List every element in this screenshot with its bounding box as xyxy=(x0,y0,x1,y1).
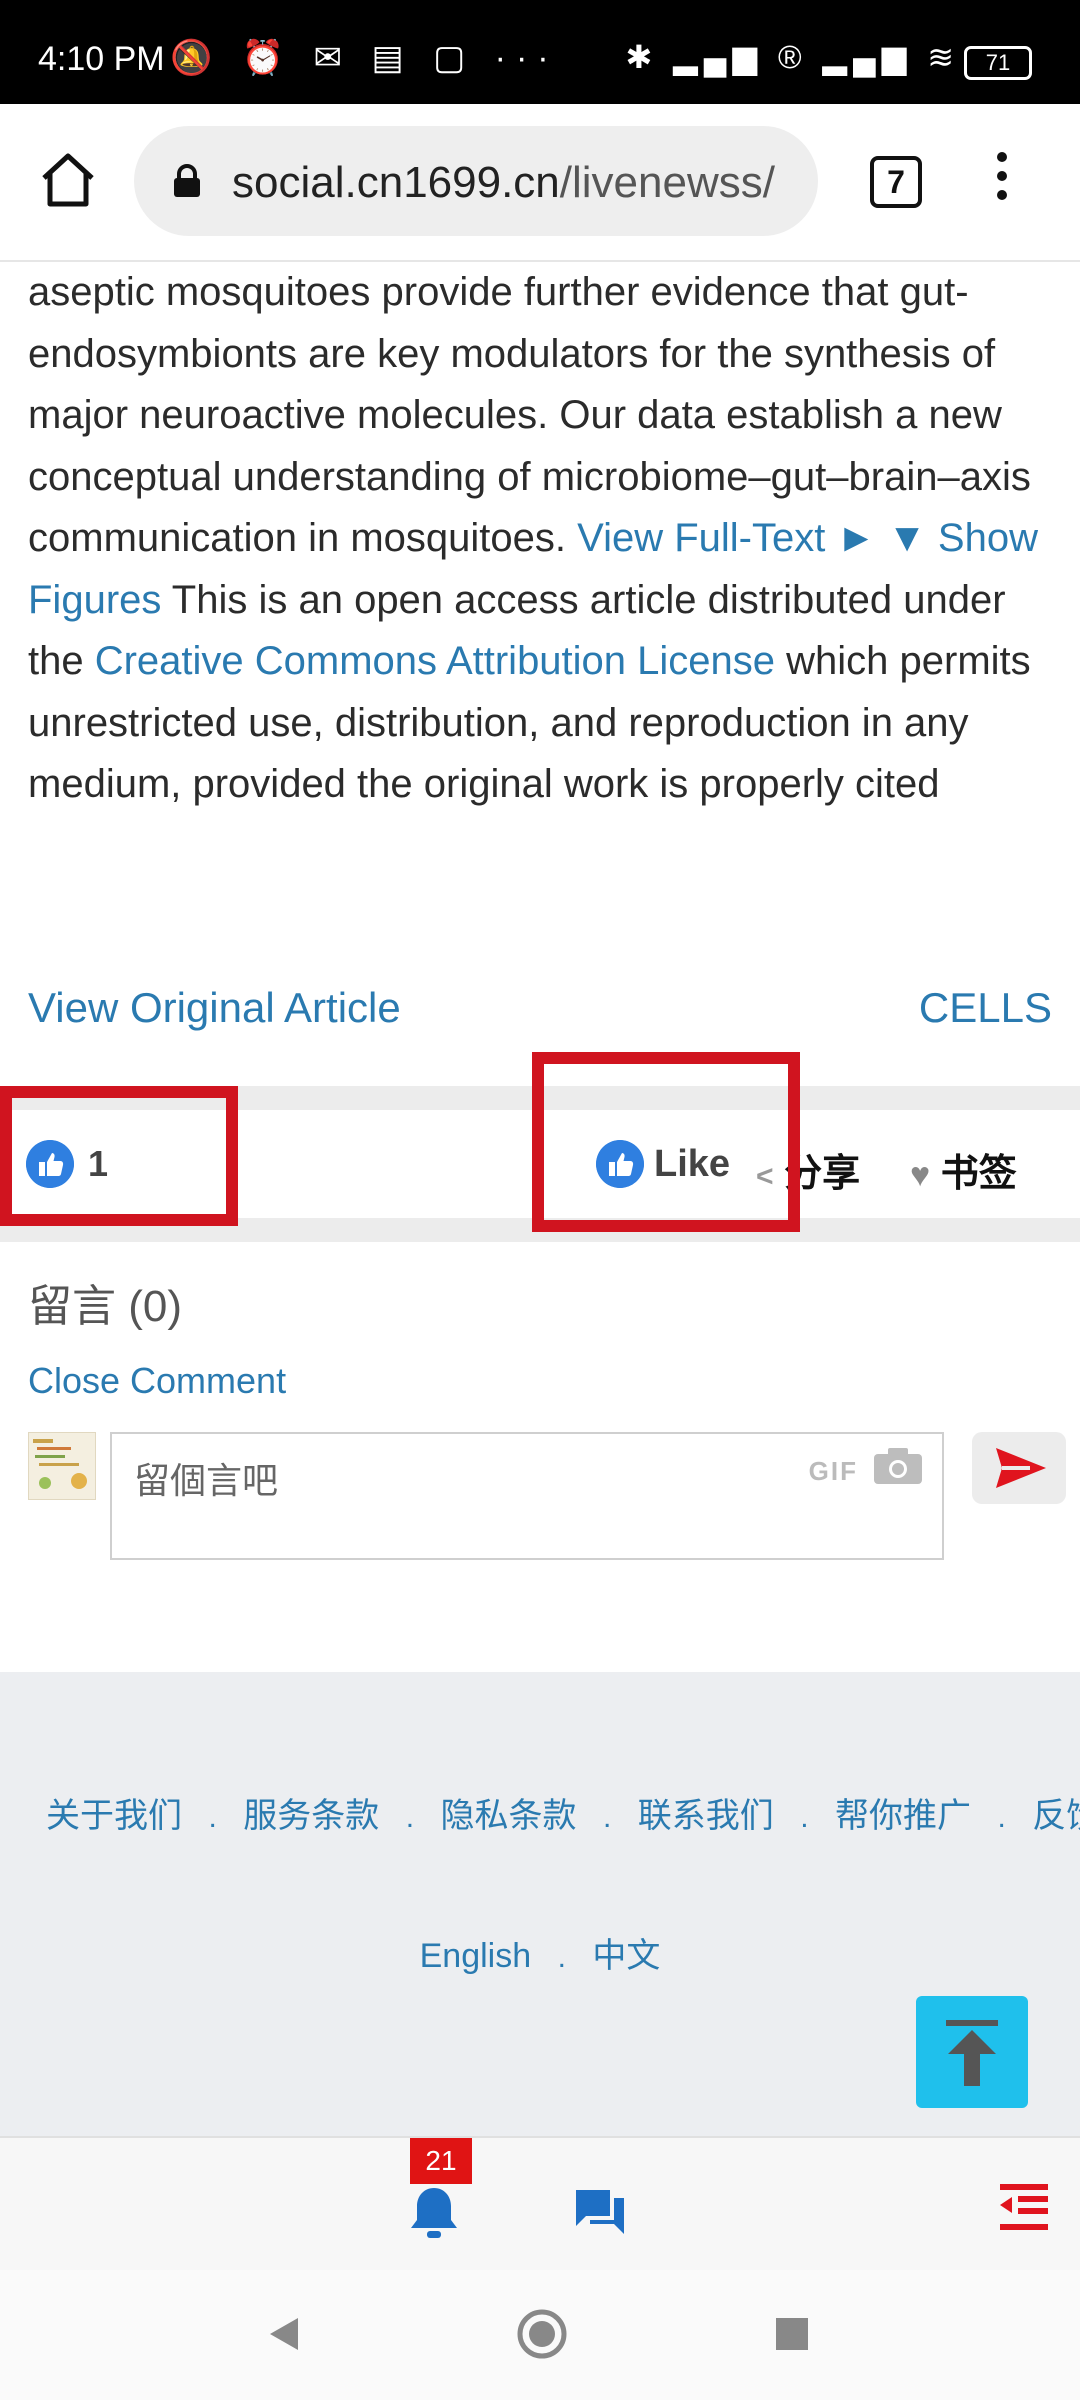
menu-collapse-icon[interactable] xyxy=(996,2180,1052,2234)
system-navigation-bar xyxy=(0,2270,1080,2400)
heart-icon: ♥ xyxy=(910,1156,931,1194)
notification-badge: 21 xyxy=(410,2138,472,2184)
footer-link-about[interactable]: 关于我们 xyxy=(46,1797,182,1835)
bottom-nav xyxy=(0,2136,1080,2272)
lock-icon xyxy=(174,164,200,197)
language-chinese[interactable]: 中文 xyxy=(592,1937,660,1975)
language-english[interactable]: English xyxy=(420,1937,532,1975)
footer-link-contact[interactable]: 联系我们 xyxy=(638,1797,774,1835)
license-link[interactable]: Creative Commons Attribution License xyxy=(95,639,775,683)
home-icon[interactable] xyxy=(38,150,98,210)
tab-switcher-button[interactable]: 7 xyxy=(870,156,922,208)
avatar xyxy=(28,1432,96,1500)
browser-menu-button[interactable] xyxy=(992,152,1012,212)
comment-input[interactable]: 留個言吧 GIF xyxy=(110,1432,944,1560)
status-time: 4:10 PM xyxy=(38,40,165,78)
notification-icons: 🔕 ⏰ ✉ ▤ ▢ ··· xyxy=(170,39,559,77)
url-domain: social.cn1699.cn xyxy=(232,158,560,207)
gif-button[interactable]: GIF xyxy=(809,1456,858,1487)
footer-link-feedback[interactable]: 反馈 xyxy=(1032,1797,1080,1835)
view-original-article-link[interactable]: View Original Article xyxy=(28,984,401,1032)
connectivity-icons: ✱ ▂▄▆ ® ▂▄▆ ≋ xyxy=(625,39,960,75)
view-fulltext-link[interactable]: View Full-Text ► xyxy=(577,516,876,560)
comment-placeholder: 留個言吧 xyxy=(134,1460,279,1501)
address-bar[interactable]: social.cn1699.cn/livenewss/ xyxy=(134,126,818,236)
highlight-box-like-button xyxy=(532,1052,800,1232)
language-switcher: English . 中文 xyxy=(419,1937,661,1975)
url-text[interactable]: social.cn1699.cn/livenewss/ xyxy=(232,158,775,208)
browser-toolbar: social.cn1699.cn/livenewss/ 7 xyxy=(0,104,1080,262)
back-icon[interactable] xyxy=(264,2314,304,2354)
url-path: /livenewss/ xyxy=(559,158,775,207)
bookmark-label: 书签 xyxy=(940,1153,1017,1195)
arrow-up-icon xyxy=(946,2020,998,2086)
bookmark-button[interactable]: ♥ 书签 xyxy=(910,1142,1017,1197)
home-button-icon[interactable] xyxy=(516,2308,568,2360)
back-to-top-button[interactable] xyxy=(916,1996,1028,2108)
article-body: aseptic mosquitoes provide further evide… xyxy=(28,262,1058,816)
camera-icon[interactable] xyxy=(872,1446,924,1486)
journal-link[interactable]: CELLS xyxy=(919,984,1052,1032)
send-icon xyxy=(996,1448,1046,1488)
comments-title: 留言 (0) xyxy=(28,1282,182,1331)
send-button[interactable] xyxy=(972,1432,1066,1504)
bell-icon[interactable] xyxy=(408,2184,460,2240)
footer-links: 关于我们 . 服务条款 . 隐私条款 . 联系我们 . 帮你推广 . 反馈 xyxy=(46,1788,1080,1837)
close-comment-link[interactable]: Close Comment xyxy=(28,1360,286,1402)
battery-icon: 71 xyxy=(964,46,1032,80)
chat-icon[interactable] xyxy=(572,2184,628,2240)
footer-link-terms[interactable]: 服务条款 xyxy=(243,1797,379,1835)
footer-link-privacy[interactable]: 隐私条款 xyxy=(441,1797,577,1835)
article-text: aseptic mosquitoes provide further evide… xyxy=(28,270,1031,560)
status-bar: 4:10 PM 🔕 ⏰ ✉ ▤ ▢ ··· ✱ ▂▄▆ ® ▂▄▆ ≋ 71 xyxy=(0,0,1080,104)
footer-link-promote[interactable]: 帮你推广 xyxy=(835,1797,971,1835)
highlight-box-like-count xyxy=(0,1086,238,1226)
recents-icon[interactable] xyxy=(774,2316,810,2352)
